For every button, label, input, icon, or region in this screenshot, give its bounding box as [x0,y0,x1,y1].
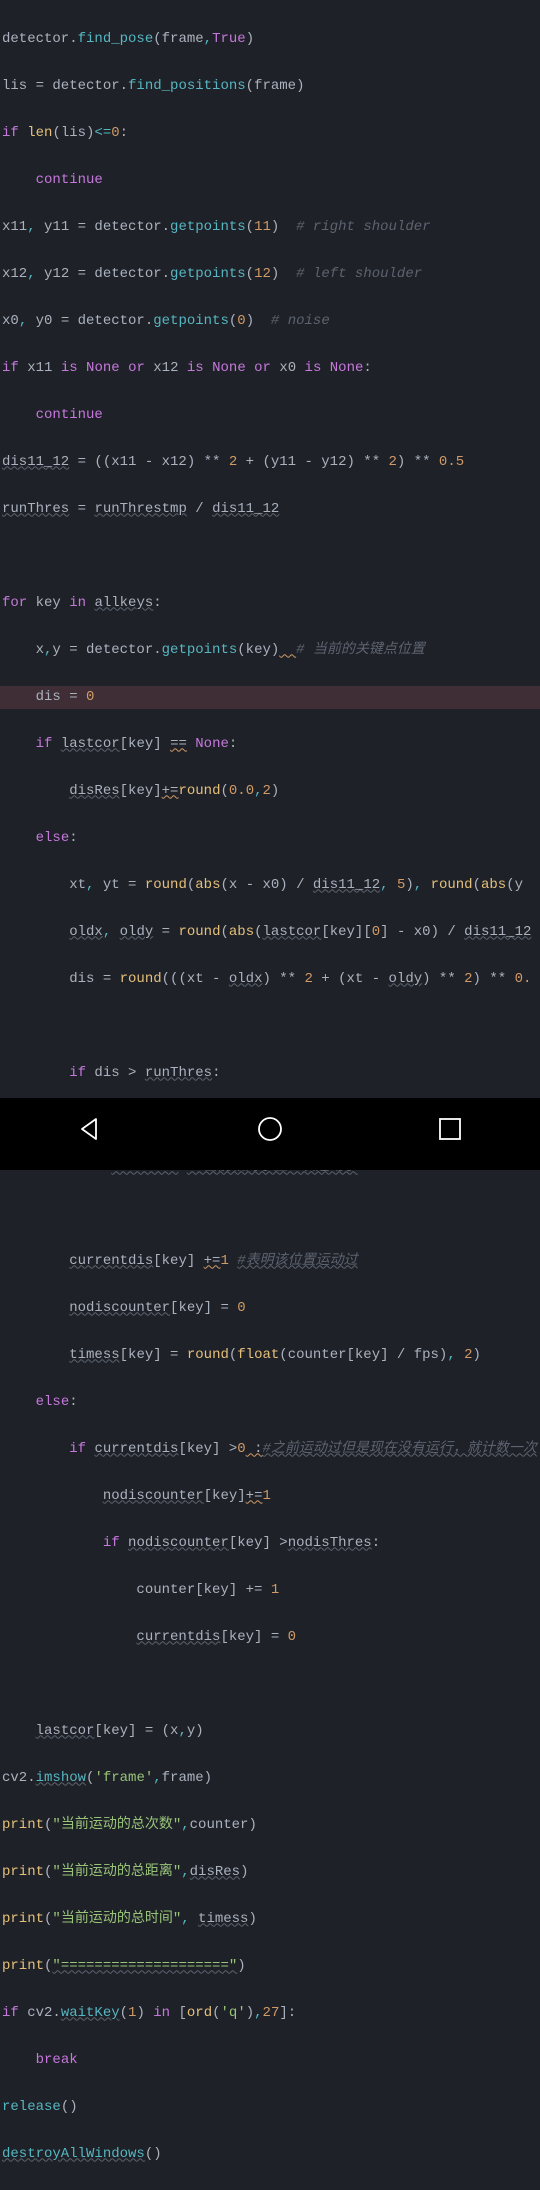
code-line: counter[key] += 1 [0,1579,540,1603]
code-line: cv2.imshow('frame',frame) [0,1767,540,1791]
code-line [0,1015,540,1039]
back-button[interactable] [76,1115,104,1153]
home-button[interactable] [256,1115,284,1153]
code-line: currentdis[key] = 0 [0,1626,540,1650]
code-line: if len(lis)<=0: [0,122,540,146]
code-line: if currentdis[key] >0 :#之前运动过但是现在没有运行，就计… [0,1438,540,1462]
code-line: oldx, oldy = round(abs(lastcor[key][0] -… [0,921,540,945]
code-line: timess[key] = round(float(counter[key] /… [0,1344,540,1368]
code-line: else: [0,827,540,851]
code-line: destroyAllWindows() [0,2143,540,2167]
code-line [0,1673,540,1697]
code-line: x11, y11 = detector.getpoints(11) # righ… [0,216,540,240]
code-line: continue [0,404,540,428]
code-line: for key in allkeys: [0,592,540,616]
android-navbar [0,1098,540,1170]
code-line: nodiscounter[key]+=1 [0,1485,540,1509]
code-line: break [0,2049,540,2073]
code-line: print("====================") [0,1955,540,1979]
back-triangle-icon [76,1115,104,1143]
code-line: else: [0,1391,540,1415]
code-line: print("当前运动的总时间", timess) [0,1908,540,1932]
code-line: x12, y12 = detector.getpoints(12) # left… [0,263,540,287]
code-line: if nodiscounter[key] >nodisThres: [0,1532,540,1556]
code-line: if dis > runThres: [0,1062,540,1086]
code-line: dis = round(((xt - oldx) ** 2 + (xt - ol… [0,968,540,992]
code-line: if cv2.waitKey(1) in [ord('q'),27]: [0,2002,540,2026]
code-line: x0, y0 = detector.getpoints(0) # noise [0,310,540,334]
code-line [0,545,540,569]
code-line: continue [0,169,540,193]
code-line: if lastcor[key] == None: [0,733,540,757]
code-line-highlighted: dis = 0 [0,686,540,710]
code-line: dis11_12 = ((x11 - x12) ** 2 + (y11 - y1… [0,451,540,475]
code-line: detector.find_pose(frame,True) [0,28,540,52]
code-line: x,y = detector.getpoints(key) # 当前的关键点位置 [0,639,540,663]
code-line: disRes[key]+=round(0.0,2) [0,780,540,804]
code-line: release() [0,2096,540,2120]
code-line: runThres = runThrestmp / dis11_12 [0,498,540,522]
code-line: currentdis[key] +=1 #表明该位置运动过 [0,1250,540,1274]
code-line [0,1203,540,1227]
code-line: xt, yt = round(abs(x - x0) / dis11_12, 5… [0,874,540,898]
code-line: lis = detector.find_positions(frame) [0,75,540,99]
code-line: nodiscounter[key] = 0 [0,1297,540,1321]
code-line: if x11 is None or x12 is None or x0 is N… [0,357,540,381]
code-line: print("当前运动的总次数",counter) [0,1814,540,1838]
code-editor[interactable]: detector.find_pose(frame,True) lis = det… [0,0,540,2190]
code-line: lastcor[key] = (x,y) [0,1720,540,1744]
recent-button[interactable] [436,1115,464,1153]
recent-square-icon [436,1115,464,1143]
code-line: print("当前运动的总距离",disRes) [0,1861,540,1885]
home-circle-icon [256,1115,284,1143]
